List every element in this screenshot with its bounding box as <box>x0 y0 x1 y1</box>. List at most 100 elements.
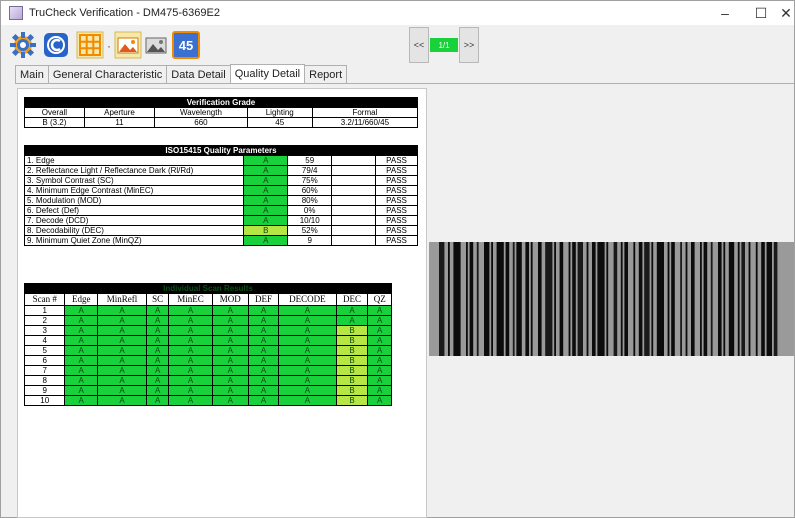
iso-parameter-result: PASS <box>375 175 418 186</box>
scan-grade-cell: A <box>247 355 280 366</box>
scan-grade-cell: A <box>211 365 249 376</box>
maximize-button[interactable]: ☐ <box>743 1 779 25</box>
scan-grade-cell: A <box>367 355 392 366</box>
tab-general-characteristic[interactable]: General Characteristic <box>47 65 168 83</box>
scan-grade-cell: A <box>278 385 337 396</box>
barcode-bar <box>644 242 650 356</box>
iso-parameter-name: 5. Modulation (MOD) <box>23 195 245 206</box>
barcode-bar <box>613 242 618 356</box>
barcode-bar <box>568 242 571 356</box>
scan-number: 9 <box>23 385 66 396</box>
iso-parameter-blank <box>331 205 377 216</box>
c-icon[interactable] <box>42 31 70 59</box>
scan-grade-cell: A <box>168 325 213 336</box>
scan-grade-cell: A <box>64 395 98 406</box>
scan-grade-cell: A <box>278 375 337 386</box>
barcode-bar <box>671 242 675 356</box>
scan-grade-cell: A <box>146 385 170 396</box>
iso-parameter-grade: B <box>243 225 289 236</box>
scan-grade-cell: A <box>247 325 280 336</box>
barcode-bar <box>624 242 628 356</box>
barcode-bar <box>651 242 654 356</box>
scan-result-row: 10 A A A A A A A B A <box>23 395 392 406</box>
scan-grade-cell: A <box>96 375 148 386</box>
iso-parameter-row: 2. Reflectance Light / Reflectance Dark … <box>23 165 418 176</box>
scan-column-header: DEC <box>335 293 369 306</box>
vg-header: Lighting <box>246 107 313 118</box>
iso-parameter-name: 9. Minimum Quiet Zone (MinQZ) <box>23 235 245 246</box>
barcode-bar <box>766 242 772 356</box>
scan-grade-cell: A <box>96 305 148 316</box>
scan-grade-cell: A <box>247 395 280 406</box>
iso-parameter-result: PASS <box>375 225 418 236</box>
scan-grade-cell: A <box>367 345 392 356</box>
vg-value: B (3.2) <box>24 117 85 128</box>
iso-parameter-result: PASS <box>375 155 418 166</box>
next-page-button[interactable]: >> <box>459 27 479 63</box>
barcode-bar <box>491 242 493 356</box>
scan-grade-cell: A <box>367 315 392 326</box>
barcode-bar <box>700 242 702 356</box>
scan-grade-cell: B <box>335 385 369 396</box>
gear-icon[interactable] <box>9 31 37 59</box>
scan-grade-cell: A <box>64 375 98 386</box>
scan-grade-cell: A <box>278 305 337 316</box>
scan-column-header: QZ <box>367 293 392 306</box>
tab-main[interactable]: Main <box>15 65 49 83</box>
scan-number: 7 <box>23 365 66 376</box>
scan-grade-cell: A <box>367 335 392 346</box>
verification-grade-title: Verification Grade <box>24 97 418 108</box>
tab-data-detail[interactable]: Data Detail <box>166 65 231 83</box>
scan-grade-cell: A <box>96 335 148 346</box>
scan-grade-cell: A <box>168 315 213 326</box>
scan-grade-cell: A <box>168 395 213 406</box>
barcode-bar <box>755 242 758 356</box>
scan-grade-cell: A <box>168 365 213 376</box>
scan-grade-cell: A <box>64 335 98 346</box>
image-gray-icon[interactable] <box>142 31 170 59</box>
image-icon[interactable] <box>114 31 142 59</box>
vg-header: Overall <box>24 107 85 118</box>
iso-parameter-grade: A <box>243 165 289 176</box>
tab-quality-detail[interactable]: Quality Detail <box>229 64 306 83</box>
scan-grade-cell: A <box>64 385 98 396</box>
scan-grade-cell: A <box>64 315 98 326</box>
iso-parameters-title: ISO15415 Quality Parameters <box>24 145 418 156</box>
scan-column-header: SC <box>146 293 170 306</box>
vg-value: 45 <box>246 117 313 128</box>
minimize-button[interactable]: – <box>707 1 743 25</box>
toolbar: · 45 <box>1 25 794 65</box>
iso-parameter-grade: A <box>243 235 289 246</box>
scan-grade-cell: A <box>168 305 213 316</box>
prev-page-button[interactable]: << <box>409 27 429 63</box>
iso-parameter-row: 6. Defect (Def) A 0% PASS <box>23 205 418 216</box>
barcode-bar <box>773 242 778 356</box>
scan-grade-cell: A <box>335 315 369 326</box>
barcode-bar <box>592 242 596 356</box>
vg-header: Formal <box>311 107 419 118</box>
scan-grade-cell: A <box>278 315 337 326</box>
barcode-bar <box>685 242 688 356</box>
scan-result-row: 8AAAAAAABA <box>23 375 392 386</box>
tab-report[interactable]: Report <box>304 65 348 83</box>
scan-grade-cell: A <box>211 345 249 356</box>
iso-parameter-name: 8. Decodability (DEC) <box>23 225 245 236</box>
scan-number: 2 <box>23 315 66 326</box>
app-icon <box>9 6 23 20</box>
grid-icon[interactable] <box>76 31 104 59</box>
close-button[interactable]: ✕ <box>775 1 795 25</box>
number-45-icon[interactable]: 45 <box>172 31 200 59</box>
iso-parameter-value: 79/4 <box>287 165 333 176</box>
iso-parameter-value: 9 <box>287 235 333 246</box>
scan-column-header: DECODE <box>278 293 337 306</box>
scan-number: 10 <box>23 395 66 406</box>
barcode-bar <box>453 242 461 356</box>
scan-grade-cell: A <box>168 385 213 396</box>
barcode-bar <box>469 242 474 356</box>
verification-grade-header-row: Overall Aperture Wavelength Lighting For… <box>24 107 419 118</box>
barcode-bar <box>586 242 589 356</box>
barcode-bar <box>525 242 529 356</box>
scan-grade-cell: A <box>247 365 280 376</box>
vg-value: 3.2/11/660/45 <box>311 117 419 128</box>
scan-grade-cell: A <box>278 395 337 406</box>
